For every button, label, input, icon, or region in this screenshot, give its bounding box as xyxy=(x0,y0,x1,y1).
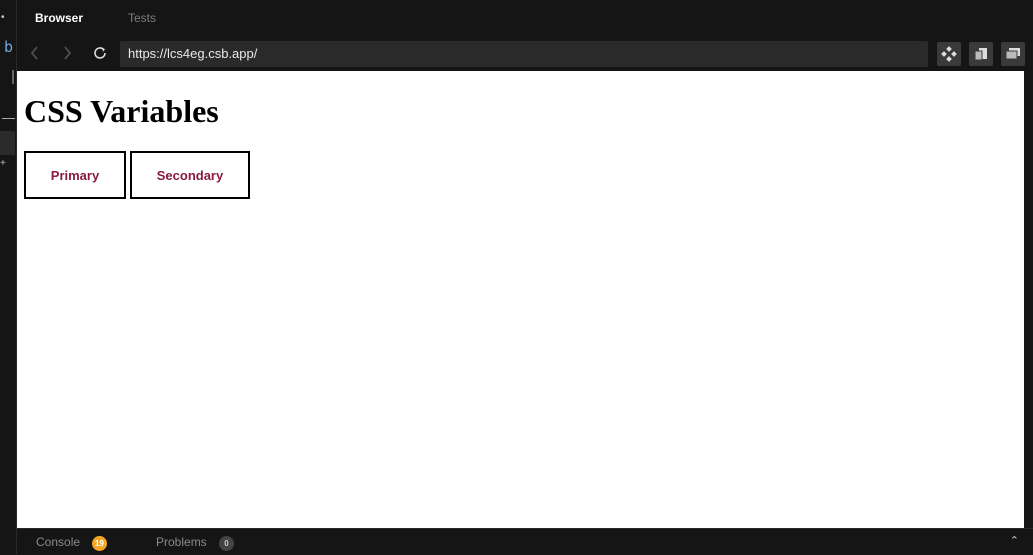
open-new-window-button[interactable] xyxy=(969,42,993,66)
editor-line-marker xyxy=(12,70,14,84)
bottom-panel-bar: Console 19 Problems 0 ⌃ xyxy=(17,528,1033,555)
copy-window-icon xyxy=(974,48,987,61)
editor-panel-edge: • b + xyxy=(0,0,17,554)
problems-count-badge: 0 xyxy=(219,536,234,551)
console-count-badge: 19 xyxy=(92,536,107,551)
editor-text-fragment: b xyxy=(4,38,14,56)
tab-console[interactable]: Console xyxy=(36,529,80,555)
bullet-marker: • xyxy=(1,12,5,23)
tab-browser[interactable]: Browser xyxy=(17,0,101,36)
chevron-up-icon[interactable]: ⌃ xyxy=(1010,534,1019,547)
tab-problems[interactable]: Problems xyxy=(156,529,207,555)
preview-tabbar: Browser Tests xyxy=(17,0,1033,36)
editor-divider xyxy=(2,118,15,119)
tab-tests[interactable]: Tests xyxy=(110,0,174,36)
back-button[interactable] xyxy=(23,41,47,65)
fullscreen-button[interactable] xyxy=(1001,42,1025,66)
preview-frame: CSS Variables Primary Secondary xyxy=(17,71,1024,528)
editor-highlight-row[interactable] xyxy=(0,131,15,155)
window-icon xyxy=(1005,48,1020,60)
page-title: CSS Variables xyxy=(24,93,219,129)
secondary-button[interactable]: Secondary xyxy=(130,151,250,199)
browser-navbar: https://lcs4eg.csb.app/ xyxy=(17,36,1033,70)
diamond-grid-icon xyxy=(941,46,957,62)
preview-scrollbar[interactable] xyxy=(1024,71,1033,528)
chevron-right-icon xyxy=(64,46,72,60)
address-bar-input[interactable]: https://lcs4eg.csb.app/ xyxy=(120,41,928,67)
refresh-icon xyxy=(94,47,106,59)
problems-label: Problems xyxy=(156,535,207,549)
refresh-button[interactable] xyxy=(88,41,112,65)
devtools-button[interactable] xyxy=(937,42,961,66)
forward-button[interactable] xyxy=(55,41,79,65)
plus-icon: + xyxy=(0,158,6,169)
primary-button[interactable]: Primary xyxy=(24,151,126,199)
console-label: Console xyxy=(36,535,81,549)
chevron-left-icon xyxy=(30,46,38,60)
